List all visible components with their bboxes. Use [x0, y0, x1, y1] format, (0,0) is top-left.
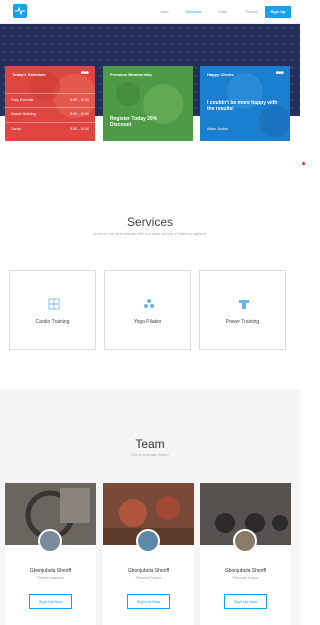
avatar	[136, 529, 160, 553]
power-icon	[239, 300, 249, 309]
top-navbar: Intro Services Team Pricing Sign Up	[0, 0, 300, 24]
team-title: Team	[135, 437, 165, 451]
team-member-role: Personal Trainer	[135, 576, 162, 580]
avatar	[38, 529, 62, 553]
avatar	[233, 529, 257, 553]
service-label: Cardio Training	[35, 319, 70, 325]
team-subtitle: We're a dream team!	[131, 452, 169, 457]
nav-link-pricing[interactable]: Pricing	[237, 0, 266, 24]
cardio-icon	[48, 298, 60, 310]
services-title: Services	[126, 215, 173, 229]
more-icon[interactable]: •••	[80, 68, 88, 79]
service-card-yoga[interactable]: Yoga Pilates	[104, 270, 191, 350]
team-member-name: Gbonjubola Sheriff	[127, 568, 170, 574]
team-member-role: Fitness Instructor	[37, 576, 64, 580]
signup-now-button[interactable]: Sign Up Now	[29, 594, 72, 609]
service-card-power[interactable]: Power Training	[199, 270, 286, 350]
schedule-row: Muscle Building 8:30 - 10:00	[5, 107, 95, 119]
team-member-name: Gbonjubola Sheriff	[224, 568, 267, 574]
schedule-row-name: Muscle Building	[11, 111, 36, 116]
membership-card-title: Premium Membership	[110, 72, 152, 77]
client-author: Adam Jordan	[207, 127, 228, 131]
membership-card: Premium Membership Register Today 20% Di…	[103, 66, 193, 141]
client-card-title: Happy Clients	[207, 72, 234, 77]
client-quote: I couldn't be more happy with the result…	[207, 100, 278, 112]
schedule-row: Early Exercise 8:30 - 10:00	[5, 93, 95, 105]
team-card: Gbonjubola Sheriff Personal Trainer Sign…	[200, 483, 291, 625]
service-label: Power Training	[225, 319, 260, 325]
nav-link-services[interactable]: Services	[179, 0, 208, 24]
membership-card-photo	[116, 82, 183, 124]
team-card: Gbonjubola Sheriff Fitness Instructor Si…	[5, 483, 96, 625]
services-subtitle: Achieve the best results with our wide v…	[93, 231, 207, 236]
more-icon[interactable]: •••	[275, 68, 283, 79]
logo-icon[interactable]	[13, 4, 27, 18]
client-card: Happy Clients ••• I couldn't be more hap…	[200, 66, 290, 141]
nav-link-intro[interactable]: Intro	[150, 0, 179, 24]
schedule-row-time: 8:30 - 10:00	[70, 111, 89, 116]
signup-now-button[interactable]: Sign Up Now	[127, 594, 170, 609]
schedule-card-title: Today's Schedule	[12, 72, 46, 77]
team-card: Gbonjubola Sheriff Personal Trainer Sign…	[103, 483, 194, 625]
schedule-row-time: 8:30 - 10:00	[70, 126, 89, 131]
nav-links: Intro Services Team Pricing	[150, 0, 266, 24]
team-member-role: Personal Trainer	[232, 576, 259, 580]
team-member-name: Gbonjubola Sheriff	[29, 568, 72, 574]
signup-button[interactable]: Sign Up	[265, 6, 291, 18]
scroll-indicator	[302, 162, 305, 165]
schedule-row-name: Early Exercise	[11, 97, 34, 102]
schedule-card: Today's Schedule ••• Early Exercise 8:30…	[5, 66, 95, 141]
schedule-row-time: 8:30 - 10:00	[70, 97, 89, 102]
nav-link-team[interactable]: Team	[208, 0, 237, 24]
schedule-row-name: Cardio	[11, 126, 22, 131]
service-label: Yoga Pilates	[133, 319, 162, 325]
membership-headline: Register Today 20% Discount	[110, 116, 158, 128]
signup-now-button[interactable]: Sign Up Now	[224, 594, 267, 609]
yoga-icon	[144, 299, 154, 308]
schedule-row: Cardio 8:30 - 10:00	[5, 122, 95, 134]
service-card-cardio[interactable]: Cardio Training	[9, 270, 96, 350]
